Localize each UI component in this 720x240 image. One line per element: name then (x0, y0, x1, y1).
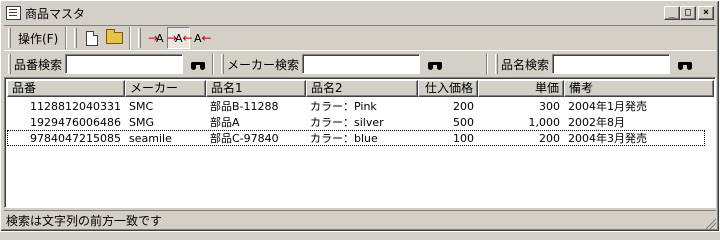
font-arrow-both-button[interactable]: → A ← (166, 27, 193, 49)
toolbar-grip[interactable] (74, 28, 78, 48)
cell-notes: 2004年1月発売 (568, 100, 647, 113)
status-bar: 検索は文字列の前方一致です (4, 210, 716, 229)
font-arrow-right-button[interactable]: A ← (190, 27, 213, 49)
cell-name2: カラー：Pink (310, 100, 377, 113)
toolbar-grip[interactable] (8, 28, 11, 48)
close-button[interactable]: × (698, 6, 714, 20)
binoculars-icon (678, 59, 693, 70)
search-bar: 品番検索 メーカー検索 品名検索 (4, 52, 716, 76)
operation-menu-button[interactable]: 操作(F) (14, 27, 62, 49)
cell-name1: 部品C-97840 (210, 132, 279, 145)
cell-maker: SMG (129, 115, 154, 129)
cell-unit-price: 200 (539, 131, 560, 145)
maximize-button[interactable]: □ (680, 6, 696, 20)
name-search-label: 品名検索 (501, 57, 550, 72)
cell-name2: カラー：silver (310, 116, 384, 129)
search-grip[interactable] (495, 54, 499, 74)
font-arrow-left-button[interactable]: → A (144, 27, 167, 49)
cell-notes: 2002年8月 (568, 116, 625, 129)
cell-notes: 2004年3月発売 (568, 132, 647, 145)
minimize-button[interactable]: _ (664, 6, 680, 20)
cell-unit-price: 1,000 (528, 115, 561, 129)
binoculars-icon (191, 59, 206, 70)
column-header-unit-price[interactable]: 単価 (478, 80, 564, 97)
toolbar: 操作(F) → A → A ← A ← (4, 25, 716, 51)
cell-part-number: 1929476006486 (30, 115, 121, 129)
table-row[interactable]: 9784047215085 seamile 部品C-97840 カラー：blue… (7, 130, 705, 146)
column-header-name1[interactable]: 品名1 (206, 80, 306, 97)
maker-search-label: メーカー検索 (227, 57, 300, 72)
font-a-icon: A (175, 31, 183, 45)
part-number-search-label: 品番検索 (14, 57, 63, 72)
cell-name2: カラー：blue (310, 132, 378, 145)
cell-unit-price: 300 (539, 99, 560, 113)
cell-maker: seamile (129, 131, 172, 145)
cell-purchase-price: 200 (453, 99, 474, 113)
window-controls: _ □ × (664, 6, 714, 20)
red-arrow-icon: → (147, 31, 158, 45)
toolbar-separator (65, 27, 68, 49)
font-a-icon: A (156, 31, 164, 45)
window-title: 商品マスタ (25, 6, 86, 21)
cell-maker: SMC (129, 99, 154, 113)
cell-part-number: 1128812040331 (30, 99, 121, 113)
search-separator (486, 53, 489, 75)
cell-name1: 部品B-11288 (210, 100, 279, 113)
column-header-purchase-price[interactable]: 仕入価格 (418, 80, 478, 97)
open-folder-icon (106, 29, 124, 44)
main-window: 商品マスタ _ □ × 操作(F) → A → A ← A ← 品番検索 メーカ… (0, 0, 720, 232)
app-icon (6, 6, 21, 20)
name-search-button[interactable] (674, 54, 696, 74)
red-arrow-icon: ← (201, 31, 212, 45)
toolbar-grip[interactable] (138, 28, 142, 48)
font-a-icon: A (193, 31, 202, 45)
status-text: 検索は文字列の前方一致です (6, 213, 163, 228)
column-header-part-number[interactable]: 品番 (7, 80, 125, 97)
cell-purchase-price: 100 (453, 131, 474, 145)
toolbar-separator (129, 27, 132, 49)
list-header: 品番 メーカー 品名1 品名2 仕入価格 単価 備考 (7, 80, 714, 97)
cell-name1: 部品A (210, 116, 240, 129)
open-folder-button[interactable] (103, 27, 126, 49)
red-arrow-icon: → (166, 31, 177, 45)
table-row[interactable]: 1128812040331 SMC 部品B-11288 カラー：Pink 200… (7, 98, 714, 114)
search-grip[interactable] (8, 54, 11, 74)
maker-search-input[interactable] (302, 54, 421, 74)
search-grip[interactable] (221, 54, 225, 74)
maker-search-button[interactable] (424, 54, 446, 74)
column-header-maker[interactable]: メーカー (125, 80, 206, 97)
new-document-icon (85, 30, 98, 46)
list-rows: 1128812040331 SMC 部品B-11288 カラー：Pink 200… (7, 98, 714, 146)
table-row[interactable]: 1929476006486 SMG 部品A カラー：silver 500 1,0… (7, 114, 714, 130)
name-search-input[interactable] (552, 54, 671, 74)
part-number-search-input[interactable] (65, 54, 184, 74)
product-list[interactable]: 品番 メーカー 品名1 品名2 仕入価格 単価 備考 1128812040331… (4, 77, 716, 208)
binoculars-icon (428, 59, 443, 70)
new-document-button[interactable] (80, 27, 103, 49)
column-header-notes[interactable]: 備考 (564, 80, 714, 97)
cell-part-number: 9784047215085 (30, 131, 121, 145)
search-separator (212, 53, 215, 75)
resize-grip-icon[interactable] (704, 217, 716, 229)
column-header-name2[interactable]: 品名2 (306, 80, 418, 97)
cell-purchase-price: 500 (453, 115, 474, 129)
title-bar[interactable]: 商品マスタ _ □ × (4, 4, 716, 22)
part-number-search-button[interactable] (187, 54, 209, 74)
